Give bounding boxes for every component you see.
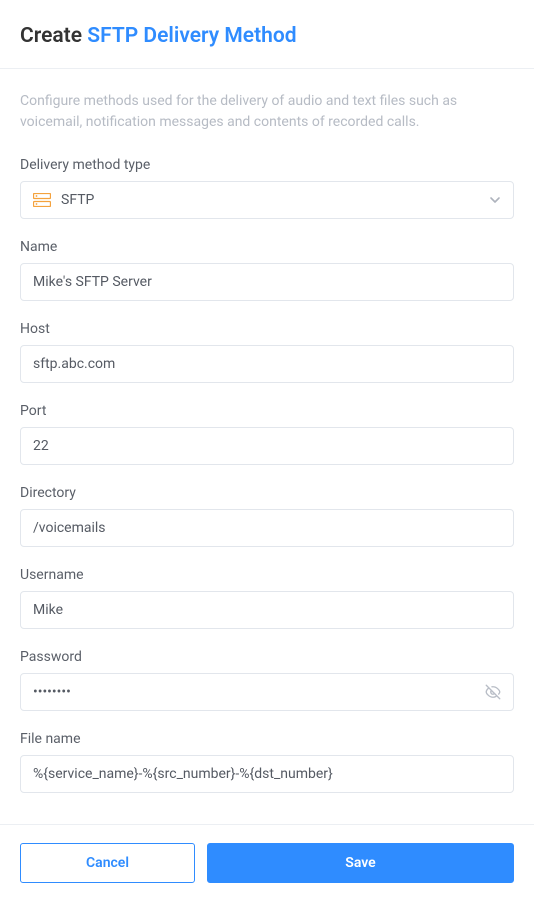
description-text: Configure methods used for the delivery … (20, 91, 514, 133)
cancel-button[interactable]: Cancel (20, 843, 195, 883)
filename-input[interactable] (20, 755, 514, 793)
form-content: Configure methods used for the delivery … (0, 69, 534, 793)
page-title: Create SFTP Delivery Method (0, 0, 534, 68)
delivery-method-type-select[interactable]: SFTP (20, 181, 514, 219)
filename-label: File name (20, 731, 514, 747)
name-label: Name (20, 239, 514, 255)
host-group: Host (20, 321, 514, 383)
host-label: Host (20, 321, 514, 337)
password-input[interactable] (20, 673, 514, 711)
name-input[interactable] (20, 263, 514, 301)
filename-group: File name (20, 731, 514, 793)
delivery-method-type-label: Delivery method type (20, 157, 514, 173)
eye-off-icon[interactable] (484, 683, 502, 701)
delivery-method-type-group: Delivery method type SFTP (20, 157, 514, 219)
delivery-method-type-value: SFTP (61, 192, 489, 208)
password-label: Password (20, 649, 514, 665)
password-group: Password (20, 649, 514, 711)
server-icon (33, 193, 51, 207)
username-label: Username (20, 567, 514, 583)
save-button[interactable]: Save (207, 843, 514, 883)
username-input[interactable] (20, 591, 514, 629)
title-highlight: SFTP Delivery Method (87, 24, 296, 48)
username-group: Username (20, 567, 514, 629)
directory-group: Directory (20, 485, 514, 547)
directory-label: Directory (20, 485, 514, 501)
port-label: Port (20, 403, 514, 419)
host-input[interactable] (20, 345, 514, 383)
directory-input[interactable] (20, 509, 514, 547)
name-group: Name (20, 239, 514, 301)
port-group: Port (20, 403, 514, 465)
footer-actions: Cancel Save (0, 824, 534, 901)
title-prefix: Create (20, 24, 82, 48)
port-input[interactable] (20, 427, 514, 465)
chevron-down-icon (489, 194, 501, 206)
